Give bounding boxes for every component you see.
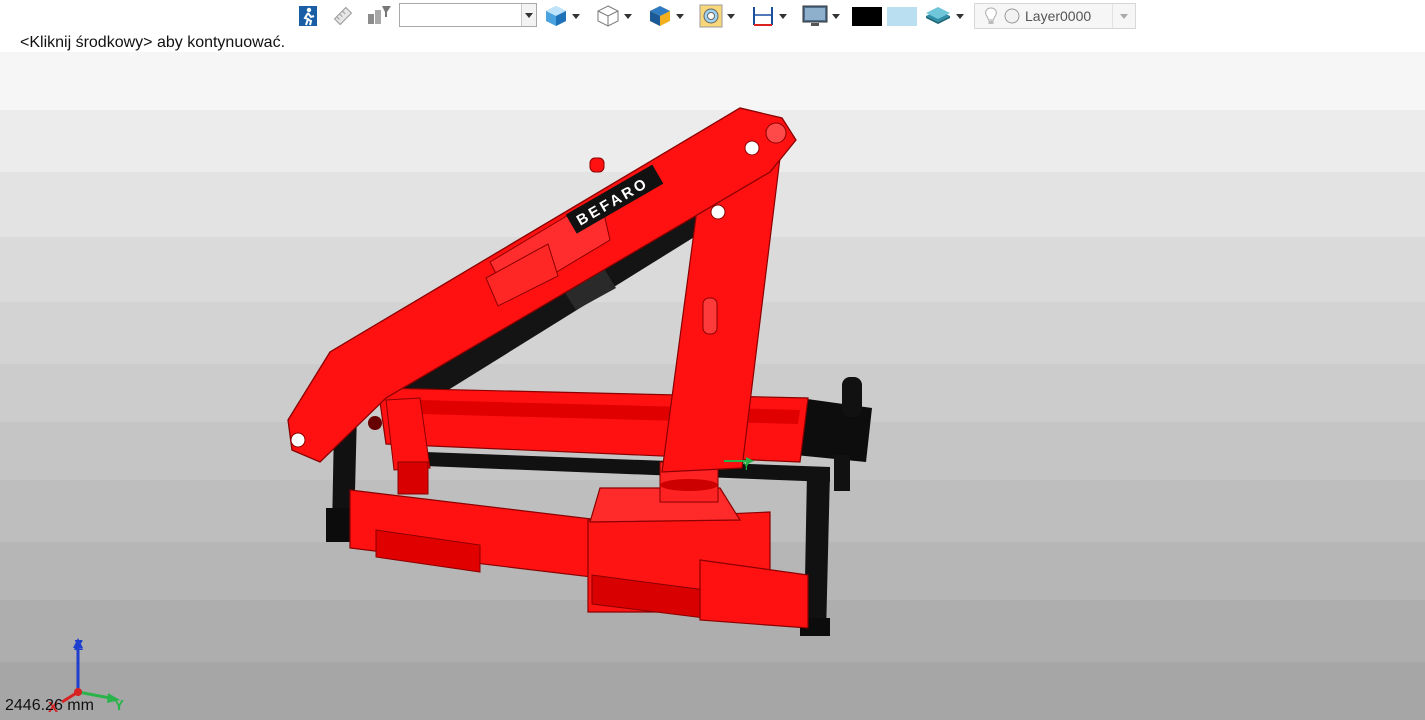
dimension-dropdown[interactable] (751, 4, 787, 28)
monitor-icon (802, 5, 828, 26)
measure-tool-icon[interactable] (332, 4, 354, 28)
command-prompt: <Kliknij środkowy> aby kontynuować. (20, 34, 286, 51)
shaded-view-dropdown[interactable] (544, 4, 580, 28)
exit-icon[interactable] (298, 4, 318, 28)
dimension-icon (753, 7, 773, 26)
color-swatch-black[interactable] (852, 4, 882, 28)
axis-y-label: Y (114, 697, 124, 714)
axis-z-label: Z (74, 637, 83, 654)
display-dropdown[interactable] (802, 4, 840, 28)
measurement-readout: 2446.26 mm (5, 697, 94, 714)
wireframe-cube-icon (597, 5, 619, 27)
layer-circle-icon[interactable] (1003, 7, 1021, 25)
render-cube-icon (650, 6, 670, 26)
layer-properties-dropdown[interactable] (924, 4, 964, 28)
render-mode-dropdown[interactable] (648, 4, 684, 28)
crane-model[interactable]: BEFARO Y (0, 52, 1425, 720)
lightbulb-icon[interactable] (983, 6, 999, 26)
layer-selector[interactable]: Layer0000 (974, 3, 1136, 29)
visual-style-dropdown[interactable] (699, 4, 735, 28)
shaded-cube-icon (546, 6, 566, 26)
layer-name: Layer0000 (1025, 8, 1092, 24)
visual-style-icon (699, 4, 723, 28)
black-swatch (852, 6, 882, 26)
color-swatch-light[interactable] (887, 4, 917, 28)
wireframe-view-dropdown[interactable] (596, 4, 632, 28)
filter-combo[interactable] (399, 3, 537, 27)
layers-icon (926, 7, 950, 24)
3d-viewport[interactable]: BEFARO Y Z X Y (0, 52, 1425, 720)
light-blue-swatch (887, 6, 917, 26)
svg-text:Y: Y (742, 458, 751, 473)
selection-filter-icon[interactable] (366, 4, 392, 28)
chevron-down-icon[interactable] (521, 4, 536, 26)
layer-dropdown-button[interactable] (1112, 4, 1135, 28)
toolbar: Layer0000 (0, 0, 1425, 34)
chevron-down-icon (1120, 13, 1128, 19)
